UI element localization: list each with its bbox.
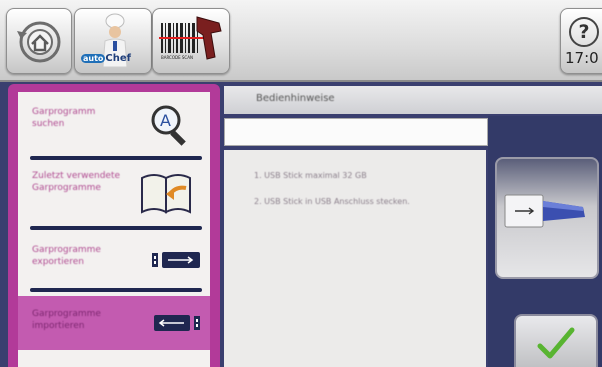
usb-export-icon: [152, 252, 200, 268]
sidebar-item-recent[interactable]: Zuletzt verwendete Garprogramme: [18, 164, 210, 224]
app-screen: auto Chef BARCODE SCAN ? 17:0 Garprogram…: [0, 0, 602, 367]
sidebar-item-export[interactable]: Garprogramme exportieren: [18, 234, 210, 288]
logo-prefix: auto: [81, 54, 106, 63]
sidebar-item-import[interactable]: Garprogramme importieren: [18, 296, 210, 350]
checkmark-icon: [537, 327, 575, 359]
magnifier-icon: A: [151, 105, 186, 146]
barcode-label: BARCODE SCAN: [161, 55, 193, 60]
help-button[interactable]: ? 17:0: [560, 8, 602, 74]
confirm-button[interactable]: [514, 314, 598, 367]
info-field: [224, 118, 488, 146]
instruction-line: 2. USB Stick in USB Anschluss stecken.: [254, 197, 410, 206]
sidebar-divider: [30, 226, 202, 230]
page-title: Bedienhinweise: [256, 93, 335, 104]
usb-stick-icon: [504, 194, 585, 228]
sidebar-item-label: Zuletzt verwendete Garprogramme: [32, 171, 121, 193]
barcode-scanner-icon: [159, 16, 222, 60]
book-icon: [141, 174, 191, 214]
autochef-logo: auto Chef: [81, 52, 145, 66]
usb-stick-illustration: [495, 157, 599, 279]
instruction-line: 1. USB Stick maximal 32 GB: [254, 171, 367, 180]
help-icon: ?: [569, 17, 599, 47]
instructions-header: Bedienhinweise: [224, 86, 602, 114]
barcode-scan-button[interactable]: BARCODE SCAN: [152, 8, 230, 74]
clock-display: 17:0: [565, 49, 599, 67]
sidebar-divider: [30, 288, 202, 292]
sidebar-item-label: Garprogramm suchen: [32, 107, 96, 129]
sidebar-divider: [30, 156, 202, 160]
top-toolbar: auto Chef BARCODE SCAN ? 17:0: [0, 0, 602, 82]
logo-suffix: Chef: [105, 53, 132, 64]
usb-import-icon: [154, 315, 200, 331]
home-back-icon: [17, 21, 61, 63]
sidebar-item-label: Garprogramme exportieren: [32, 245, 101, 267]
instructions-panel: 1. USB Stick maximal 32 GB 2. USB Stick …: [224, 150, 486, 367]
home-button[interactable]: [6, 8, 72, 74]
svg-text:A: A: [160, 111, 171, 130]
sidebar-item-search[interactable]: Garprogramm suchen A: [18, 96, 210, 156]
sidebar-item-label: Garprogramme importieren: [32, 309, 101, 331]
autochef-button[interactable]: auto Chef: [74, 8, 152, 74]
